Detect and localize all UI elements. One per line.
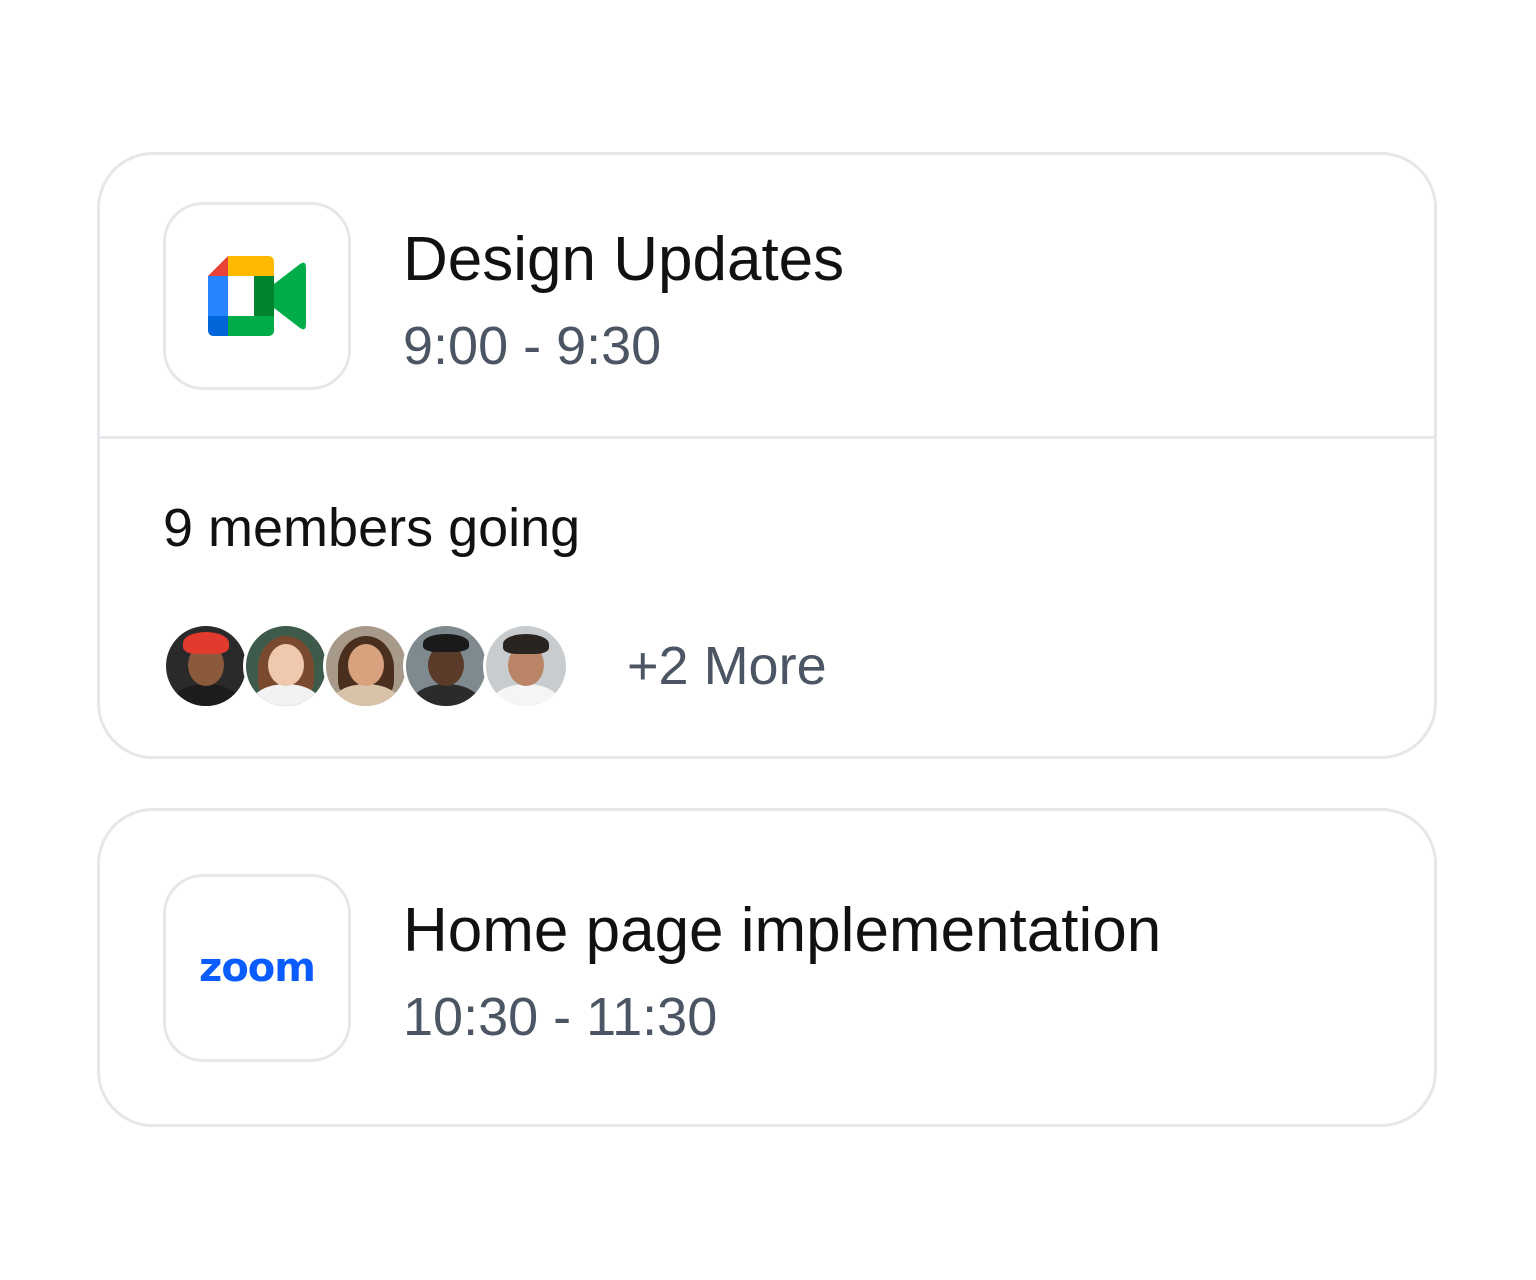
event-time: 9:00 - 9:30	[403, 316, 662, 376]
zoom-icon: zoom	[199, 945, 316, 991]
member-avatar[interactable]	[243, 623, 329, 709]
more-members-link[interactable]: +2 More	[627, 634, 827, 698]
member-avatar-stack[interactable]	[163, 620, 569, 712]
event-time: 10:30 - 11:30	[403, 987, 718, 1047]
members-going-label: 9 members going	[163, 498, 581, 558]
event-card-design-updates[interactable]: Design Updates 9:00 - 9:30 9 members goi…	[97, 152, 1437, 759]
event-card-home-page-implementation[interactable]: zoom Home page implementation 10:30 - 11…	[97, 808, 1437, 1127]
card-divider	[100, 436, 1434, 439]
member-avatar[interactable]	[483, 623, 569, 709]
member-avatar[interactable]	[403, 623, 489, 709]
google-meet-app-tile	[163, 202, 351, 390]
event-title: Home page implementation	[403, 896, 1162, 965]
google-meet-icon	[208, 256, 306, 336]
zoom-app-tile: zoom	[163, 874, 351, 1062]
event-title: Design Updates	[403, 225, 845, 294]
member-avatar[interactable]	[323, 623, 409, 709]
member-avatar[interactable]	[163, 623, 249, 709]
